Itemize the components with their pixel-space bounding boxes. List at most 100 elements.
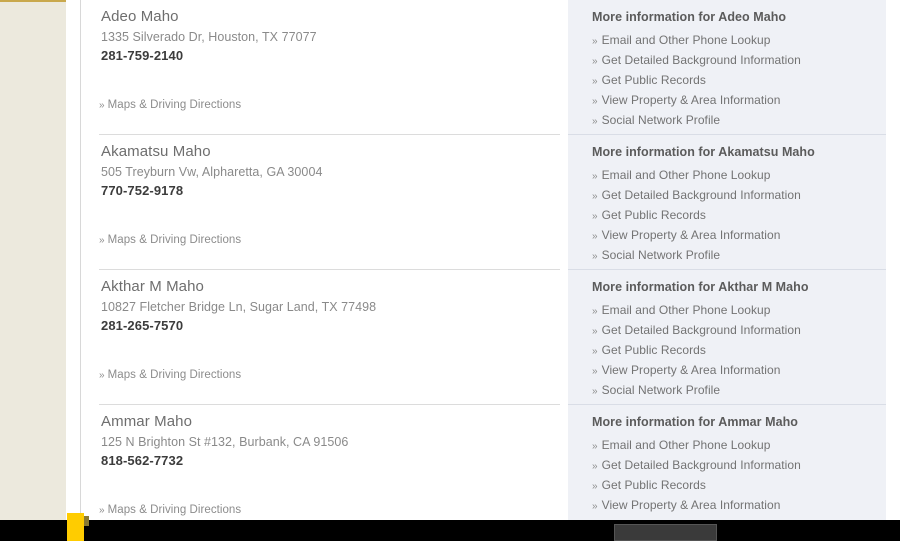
chevron-right-icon: »: [99, 100, 105, 111]
info-link[interactable]: » Get Detailed Background Information: [592, 321, 886, 341]
more-information-title: More information for Akthar M Maho: [592, 280, 809, 294]
info-link[interactable]: » Email and Other Phone Lookup: [592, 301, 886, 321]
chevron-right-icon: »: [592, 501, 598, 512]
info-link-label: Email and Other Phone Lookup: [601, 303, 771, 317]
info-link[interactable]: » Get Detailed Background Information: [592, 456, 886, 476]
info-link[interactable]: » View Property & Area Information: [592, 226, 886, 246]
info-link-label: View Property & Area Information: [601, 498, 781, 512]
yellow-tab-shadow: [84, 516, 89, 526]
info-link-label: Get Public Records: [601, 343, 706, 357]
result-name[interactable]: Akamatsu Maho: [101, 143, 568, 164]
result-phone: 770-752-9178: [101, 183, 184, 198]
info-link-label: Email and Other Phone Lookup: [601, 438, 771, 452]
more-information-block: More information for Akamatsu Maho» Email…: [568, 135, 886, 270]
chevron-right-icon: »: [99, 505, 105, 516]
info-link-label: Get Detailed Background Information: [601, 53, 801, 67]
page-root: Adeo Maho 1335 Silverado Dr, Houston, TX …: [0, 0, 900, 541]
info-link-label: View Property & Area Information: [601, 228, 781, 242]
maps-link-label: Maps & Driving Directions: [107, 369, 242, 381]
chevron-right-icon: »: [592, 441, 598, 452]
result-card: Akamatsu Maho 505 Treyburn Vw, Alpharetta…: [81, 135, 568, 270]
result-address: 125 N Brighton St #132, Burbank, CA 9150…: [101, 435, 349, 449]
maps-link-label: Maps & Driving Directions: [107, 234, 242, 246]
result-card: Adeo Maho 1335 Silverado Dr, Houston, TX …: [81, 0, 568, 135]
chevron-right-icon: »: [592, 251, 598, 262]
result-address: 10827 Fletcher Bridge Ln, Sugar Land, TX…: [101, 300, 377, 314]
info-link[interactable]: » Get Detailed Background Information: [592, 186, 886, 206]
chevron-right-icon: »: [99, 370, 105, 381]
result-phone: 281-265-7570: [101, 318, 184, 333]
info-link-label: Social Network Profile: [601, 113, 721, 127]
info-link[interactable]: » View Property & Area Information: [592, 496, 886, 516]
bottom-bar-input-field[interactable]: [614, 524, 717, 541]
maps-driving-directions-link[interactable]: » Maps & Driving Directions: [99, 234, 241, 246]
info-link[interactable]: » View Property & Area Information: [592, 361, 886, 381]
result-phone: 818-562-7732: [101, 453, 184, 468]
more-information-block: More information for Akthar M Maho» Email…: [568, 270, 886, 405]
maps-driving-directions-link[interactable]: » Maps & Driving Directions: [99, 369, 241, 381]
content-area: Adeo Maho 1335 Silverado Dr, Houston, TX …: [66, 0, 900, 540]
chevron-right-icon: »: [592, 211, 598, 222]
info-link[interactable]: »Social Network Profile: [592, 381, 886, 401]
info-link-label: View Property & Area Information: [601, 93, 781, 107]
info-link[interactable]: » Get Public Records: [592, 341, 886, 361]
result-name[interactable]: Adeo Maho: [101, 8, 568, 29]
chevron-right-icon: »: [592, 481, 598, 492]
yellow-tab-marker[interactable]: [67, 513, 84, 541]
info-link-label: Email and Other Phone Lookup: [601, 33, 771, 47]
chevron-right-icon: »: [592, 386, 598, 397]
maps-driving-directions-link[interactable]: » Maps & Driving Directions: [99, 504, 241, 516]
info-link-label: Email and Other Phone Lookup: [601, 168, 771, 182]
info-link-label: Get Public Records: [601, 208, 706, 222]
info-link[interactable]: » Get Public Records: [592, 206, 886, 226]
maps-driving-directions-link[interactable]: » Maps & Driving Directions: [99, 99, 241, 111]
search-results-column: Adeo Maho 1335 Silverado Dr, Houston, TX …: [80, 0, 568, 520]
more-information-title: More information for Ammar Maho: [592, 415, 798, 429]
left-gutter: [0, 0, 67, 520]
chevron-right-icon: »: [592, 366, 598, 377]
info-link-label: Get Public Records: [601, 73, 706, 87]
chevron-right-icon: »: [592, 56, 598, 67]
info-link[interactable]: »Social Network Profile: [592, 111, 886, 131]
result-address: 505 Treyburn Vw, Alpharetta, GA 30004: [101, 165, 323, 179]
chevron-right-icon: »: [592, 306, 598, 317]
info-link[interactable]: » Email and Other Phone Lookup: [592, 166, 886, 186]
more-information-column: More information for Adeo Maho» Email and…: [568, 0, 886, 540]
chevron-right-icon: »: [592, 36, 598, 47]
info-link-label: Get Detailed Background Information: [601, 458, 801, 472]
info-link-label: Social Network Profile: [601, 383, 721, 397]
chevron-right-icon: »: [592, 171, 598, 182]
gutter-top-rule: [0, 0, 66, 2]
info-link-label: Get Detailed Background Information: [601, 323, 801, 337]
chevron-right-icon: »: [99, 235, 105, 246]
more-information-title: More information for Akamatsu Maho: [592, 145, 815, 159]
info-link-label: Social Network Profile: [601, 248, 721, 262]
bottom-black-bar: [0, 520, 900, 541]
chevron-right-icon: »: [592, 96, 598, 107]
info-link-label: View Property & Area Information: [601, 363, 781, 377]
chevron-right-icon: »: [592, 191, 598, 202]
more-information-title: More information for Adeo Maho: [592, 10, 787, 24]
info-link[interactable]: » Get Public Records: [592, 71, 886, 91]
result-name[interactable]: Ammar Maho: [101, 413, 568, 434]
chevron-right-icon: »: [592, 76, 598, 87]
chevron-right-icon: »: [592, 116, 598, 127]
result-name[interactable]: Akthar M Maho: [101, 278, 568, 299]
chevron-right-icon: »: [592, 346, 598, 357]
info-link[interactable]: » View Property & Area Information: [592, 91, 886, 111]
info-link[interactable]: » Get Detailed Background Information: [592, 51, 886, 71]
result-phone: 281-759-2140: [101, 48, 184, 63]
maps-link-label: Maps & Driving Directions: [107, 504, 242, 516]
info-link-label: Get Detailed Background Information: [601, 188, 801, 202]
info-link[interactable]: » Email and Other Phone Lookup: [592, 31, 886, 51]
chevron-right-icon: »: [592, 326, 598, 337]
chevron-right-icon: »: [592, 461, 598, 472]
info-link[interactable]: »Social Network Profile: [592, 246, 886, 266]
result-address: 1335 Silverado Dr, Houston, TX 77077: [101, 30, 317, 44]
more-information-block: More information for Adeo Maho» Email and…: [568, 0, 886, 135]
maps-link-label: Maps & Driving Directions: [107, 99, 242, 111]
chevron-right-icon: »: [592, 231, 598, 242]
info-link[interactable]: » Get Public Records: [592, 476, 886, 496]
info-link[interactable]: » Email and Other Phone Lookup: [592, 436, 886, 456]
info-link-label: Get Public Records: [601, 478, 706, 492]
